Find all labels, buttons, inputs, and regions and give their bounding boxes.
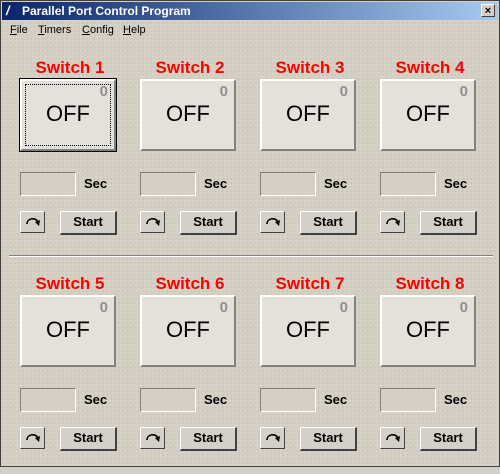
repeat-arrow-icon bbox=[386, 434, 400, 442]
switch-8-state: OFF bbox=[406, 317, 450, 342]
switch-1-state: OFF bbox=[46, 101, 90, 126]
switch-5-seconds-input[interactable] bbox=[20, 388, 76, 412]
switch-6-start-button[interactable]: Start bbox=[180, 427, 237, 451]
menu-file[interactable]: File bbox=[10, 21, 28, 39]
switch-7-toggle-button[interactable]: OFF 0 bbox=[260, 295, 356, 367]
switch-1-seconds-input[interactable] bbox=[20, 172, 76, 196]
switch-4-toggle-button[interactable]: OFF 0 bbox=[380, 79, 476, 151]
switch-5-count: 0 bbox=[99, 299, 108, 316]
switch-3-repeat-button[interactable] bbox=[260, 211, 285, 233]
switch-6-state: OFF bbox=[166, 317, 210, 342]
repeat-arrow-icon bbox=[386, 218, 400, 226]
switch-3-label: Switch 3 bbox=[275, 58, 345, 77]
switch-4-seconds-input[interactable] bbox=[380, 172, 436, 196]
menu-config-rest: onfig bbox=[89, 24, 114, 36]
switch-6-seconds-input[interactable] bbox=[140, 388, 196, 412]
switch-6-toggle-button[interactable]: OFF 0 bbox=[140, 295, 236, 367]
switch-6-panel: Switch 6 OFF 0 Sec Start bbox=[140, 274, 240, 474]
title-bar[interactable]: / Parallel Port Control Program × bbox=[2, 2, 498, 20]
switch-8-count: 0 bbox=[459, 299, 468, 316]
switch-6-sec-label: Sec bbox=[204, 392, 228, 407]
menu-timers[interactable]: Timers bbox=[38, 21, 71, 39]
switch-1-sec-label: Sec bbox=[84, 176, 108, 191]
switch-2-start-button[interactable]: Start bbox=[180, 211, 237, 235]
switch-8-label: Switch 8 bbox=[395, 274, 465, 293]
switch-1-repeat-button[interactable] bbox=[20, 211, 45, 233]
switch-5-start-button[interactable]: Start bbox=[60, 427, 117, 451]
section-divider bbox=[9, 255, 493, 257]
switch-6-label: Switch 6 bbox=[155, 274, 225, 293]
repeat-arrow-icon bbox=[146, 434, 160, 442]
switch-8-panel: Switch 8 OFF 0 Sec Start bbox=[380, 274, 480, 474]
repeat-arrow-icon bbox=[266, 434, 280, 442]
switch-8-start-button[interactable]: Start bbox=[420, 427, 477, 451]
switch-3-sec-label: Sec bbox=[324, 176, 348, 191]
switch-5-state: OFF bbox=[46, 317, 90, 342]
switch-8-seconds-input[interactable] bbox=[380, 388, 436, 412]
switch-5-panel: Switch 5 OFF 0 Sec Start bbox=[20, 274, 120, 474]
switch-4-count: 0 bbox=[459, 83, 468, 100]
switch-4-panel: Switch 4 OFF 0 Sec Start bbox=[380, 58, 480, 258]
repeat-arrow-icon bbox=[26, 218, 40, 226]
switch-5-sec-label: Sec bbox=[84, 392, 108, 407]
menu-bar: File Timers Config Help bbox=[2, 21, 498, 39]
menu-timers-rest: imers bbox=[44, 24, 72, 36]
menu-help[interactable]: Help bbox=[123, 21, 146, 39]
switch-1-count: 0 bbox=[99, 83, 108, 100]
switch-7-label: Switch 7 bbox=[275, 274, 345, 293]
feather-icon: / bbox=[6, 3, 10, 18]
switch-1-panel: Switch 1 OFF 0 Sec Start bbox=[19, 58, 120, 258]
switch-3-panel: Switch 3 OFF 0 Sec Start bbox=[260, 58, 360, 258]
switch-3-start-button[interactable]: Start bbox=[300, 211, 357, 235]
switch-7-state: OFF bbox=[286, 317, 330, 342]
switch-1-toggle-button[interactable]: OFF 0 bbox=[19, 78, 117, 152]
switch-3-state: OFF bbox=[286, 101, 330, 126]
switch-2-sec-label: Sec bbox=[204, 176, 228, 191]
repeat-arrow-icon bbox=[146, 218, 160, 226]
switch-4-label: Switch 4 bbox=[395, 58, 465, 77]
switch-4-start-button[interactable]: Start bbox=[420, 211, 477, 235]
switch-7-count: 0 bbox=[339, 299, 348, 316]
switch-4-sec-label: Sec bbox=[444, 176, 468, 191]
switch-6-repeat-button[interactable] bbox=[140, 427, 165, 449]
switch-7-seconds-input[interactable] bbox=[260, 388, 316, 412]
switch-2-panel: Switch 2 OFF 0 Sec Start bbox=[140, 58, 240, 258]
switch-2-repeat-button[interactable] bbox=[140, 211, 165, 233]
window-title: Parallel Port Control Program bbox=[22, 4, 191, 18]
switch-5-repeat-button[interactable] bbox=[20, 427, 45, 449]
app-window: / Parallel Port Control Program × File T… bbox=[0, 0, 500, 467]
switch-7-repeat-button[interactable] bbox=[260, 427, 285, 449]
switch-2-count: 0 bbox=[219, 83, 228, 100]
switch-8-sec-label: Sec bbox=[444, 392, 468, 407]
switch-3-toggle-button[interactable]: OFF 0 bbox=[260, 79, 356, 151]
repeat-arrow-icon bbox=[266, 218, 280, 226]
switch-1-label: Switch 1 bbox=[35, 58, 105, 77]
switch-5-toggle-button[interactable]: OFF 0 bbox=[20, 295, 116, 367]
menu-help-rest: elp bbox=[130, 24, 146, 36]
menu-config[interactable]: Config bbox=[82, 21, 114, 39]
switch-6-count: 0 bbox=[219, 299, 228, 316]
switch-2-state: OFF bbox=[166, 101, 210, 126]
switch-3-seconds-input[interactable] bbox=[260, 172, 316, 196]
switch-1-start-button[interactable]: Start bbox=[60, 211, 117, 235]
switch-2-label: Switch 2 bbox=[155, 58, 225, 77]
switch-7-start-button[interactable]: Start bbox=[300, 427, 357, 451]
switch-4-repeat-button[interactable] bbox=[380, 211, 405, 233]
switch-7-sec-label: Sec bbox=[324, 392, 348, 407]
close-button[interactable]: × bbox=[481, 4, 495, 17]
switch-8-toggle-button[interactable]: OFF 0 bbox=[380, 295, 476, 367]
menu-file-rest: ile bbox=[16, 24, 28, 36]
switch-3-count: 0 bbox=[339, 83, 348, 100]
switch-5-label: Switch 5 bbox=[35, 274, 105, 293]
switch-4-state: OFF bbox=[406, 101, 450, 126]
switch-8-repeat-button[interactable] bbox=[380, 427, 405, 449]
switch-2-toggle-button[interactable]: OFF 0 bbox=[140, 79, 236, 151]
repeat-arrow-icon bbox=[26, 434, 40, 442]
switch-7-panel: Switch 7 OFF 0 Sec Start bbox=[260, 274, 360, 474]
switch-2-seconds-input[interactable] bbox=[140, 172, 196, 196]
